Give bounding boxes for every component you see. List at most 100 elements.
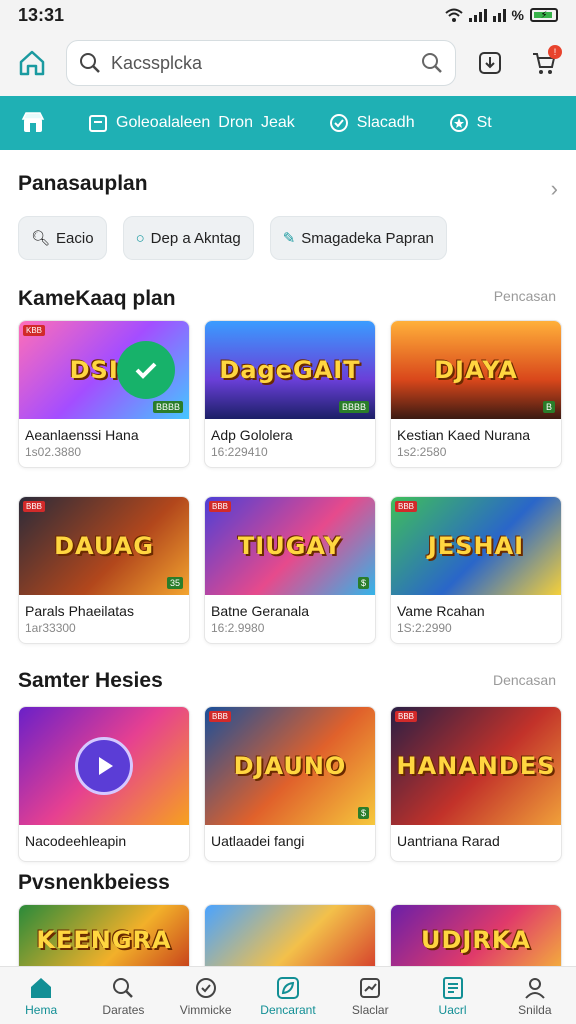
calendar-icon bbox=[89, 115, 107, 132]
cart-button[interactable]: ! bbox=[524, 43, 564, 83]
chevron-right-icon[interactable]: › bbox=[551, 176, 558, 202]
top-header: Kacssplcka ! bbox=[0, 30, 576, 96]
card-subtitle: 16:229410 bbox=[211, 445, 268, 459]
list-icon bbox=[440, 975, 466, 1001]
thumb-corner: BBBB bbox=[152, 401, 183, 413]
status-percent: % bbox=[511, 7, 524, 23]
game-art-text: KEENGRA bbox=[36, 926, 172, 954]
game-art-text: UDJRKA bbox=[421, 926, 531, 954]
check-circle-icon bbox=[329, 114, 348, 132]
game-card[interactable]: BBB TIUGAY $ Batne Geranala 16:2.9980 bbox=[204, 496, 376, 644]
game-card[interactable]: DageGAIT BBBB Adp Gololera 16:229410 bbox=[204, 320, 376, 468]
chip-label-1: Dep a Akntag bbox=[150, 229, 241, 247]
nav-label-2: Jeak bbox=[260, 114, 295, 131]
wifi-icon bbox=[444, 8, 463, 22]
chip-2[interactable]: ✎ Smagadeka Papran bbox=[269, 216, 447, 260]
home-icon bbox=[19, 50, 45, 76]
card-subtitle: 1S:2:2990 bbox=[397, 621, 452, 635]
bottom-nav-leaf[interactable]: Dencarant bbox=[247, 967, 329, 1024]
brush-icon: ✎ bbox=[282, 230, 296, 247]
nav-label-4: St bbox=[476, 114, 492, 131]
game-thumbnail bbox=[205, 905, 375, 973]
search-icon bbox=[80, 53, 100, 73]
chip-0[interactable]: 🔍︎ Eacio bbox=[18, 216, 107, 260]
section-title-1: Panasauplan bbox=[18, 172, 148, 195]
game-thumbnail: BBB TIUGAY $ bbox=[205, 497, 375, 595]
chip-label-0: Eacio bbox=[56, 229, 94, 247]
game-thumbnail: KEENGRA bbox=[19, 905, 189, 973]
search-icon: 🔍︎ bbox=[31, 230, 51, 247]
battery-icon: ⚡ bbox=[530, 8, 558, 22]
game-card[interactable] bbox=[204, 904, 376, 974]
nav-item-slacadh[interactable]: Slacadh bbox=[329, 113, 415, 133]
game-thumbnail: KBB DSIK BBBB bbox=[19, 321, 189, 419]
signal-icon bbox=[468, 8, 487, 22]
thumb-tag: KBB bbox=[23, 325, 46, 336]
game-card[interactable]: BBB HANANDES Uantriana Rarad bbox=[390, 706, 562, 862]
card-title: Adp Gololera bbox=[211, 427, 293, 443]
game-card[interactable]: BBB DJAUNO $ Uatlaadei fangi bbox=[204, 706, 376, 862]
nav-item-st[interactable]: St bbox=[449, 113, 492, 133]
bottom-nav-label: Uacrl bbox=[438, 1002, 467, 1017]
section-more-3[interactable]: Dencasan bbox=[493, 672, 556, 688]
nav-label-1: Dron bbox=[218, 114, 253, 131]
card-title: Aeanlaenssi Hana bbox=[25, 427, 139, 443]
game-thumbnail: DJAYA B bbox=[391, 321, 561, 419]
thumb-tag: BBB bbox=[209, 501, 232, 512]
user-icon bbox=[522, 975, 548, 1001]
bottom-nav-search[interactable]: Darates bbox=[82, 967, 164, 1024]
chip-label-2: Smagadeka Papran bbox=[301, 229, 434, 247]
game-thumbnail: UDJRKA bbox=[391, 905, 561, 973]
bottom-nav-home[interactable]: Hema bbox=[0, 967, 82, 1024]
status-time: 13:31 bbox=[18, 4, 65, 25]
bottom-nav: Hema Darates Vimmicke Dencarant Slaclar … bbox=[0, 966, 576, 1024]
ring-icon: ○ bbox=[135, 229, 145, 247]
game-card[interactable]: DJAYA B Kestian Kaed Nurana 1s2:2580 bbox=[390, 320, 562, 468]
app-screen: 13:31 % ⚡ Kacssplcka ! Goleoalaleen Dron… bbox=[0, 0, 576, 1024]
game-card[interactable]: UDJRKA bbox=[390, 904, 562, 974]
thumb-corner: 35 bbox=[166, 577, 183, 589]
game-art-text: DageGAIT bbox=[219, 356, 361, 384]
card-title: Vame Rcahan bbox=[397, 603, 485, 619]
card-subtitle: 1s2:2580 bbox=[397, 445, 447, 459]
store-icon bbox=[21, 112, 45, 132]
card-title: Uatlaadei fangi bbox=[211, 833, 305, 849]
bottom-nav-label: Darates bbox=[102, 1002, 145, 1017]
card-subtitle: 1ar33300 bbox=[25, 621, 76, 635]
chip-1[interactable]: ○ Dep a Akntag bbox=[122, 216, 254, 260]
search-submit-icon[interactable] bbox=[421, 52, 443, 74]
notification-badge: ! bbox=[548, 45, 562, 59]
card-title: Batne Geranala bbox=[211, 603, 310, 619]
search-input[interactable]: Kacssplcka bbox=[111, 53, 411, 74]
game-card[interactable]: KEENGRA bbox=[18, 904, 190, 974]
home-icon bbox=[28, 975, 54, 1001]
bottom-nav-profile[interactable]: Snilda bbox=[494, 967, 576, 1024]
status-icons: % ⚡ bbox=[444, 7, 558, 23]
game-thumbnail: BBB HANANDES bbox=[391, 707, 561, 825]
game-thumbnail: BBB DAUAG 35 bbox=[19, 497, 189, 595]
section-more-2[interactable]: Pencasan bbox=[494, 288, 556, 304]
nav-label-3: Slacadh bbox=[356, 114, 415, 131]
thumb-tag: BBB bbox=[209, 711, 232, 722]
game-card[interactable]: BBB JESHAI Vame Rcahan 1S:2:2990 bbox=[390, 496, 562, 644]
game-thumbnail: BBB JESHAI bbox=[391, 497, 561, 595]
search-bar[interactable]: Kacssplcka bbox=[66, 40, 456, 86]
nav-item-store[interactable] bbox=[20, 110, 46, 136]
card-title: Kestian Kaed Nurana bbox=[397, 427, 531, 443]
home-button[interactable] bbox=[12, 43, 52, 83]
game-card[interactable]: BBB DAUAG 35 Parals Phaeilatas 1ar33300 bbox=[18, 496, 190, 644]
section-title-2: KameKaaq plan bbox=[18, 287, 176, 310]
bottom-nav-list[interactable]: Uacrl bbox=[411, 967, 493, 1024]
game-art-text: HANANDES bbox=[396, 752, 556, 780]
game-card[interactable]: KBB DSIK BBBB Aeanlaenssi Hana 1s02.3880 bbox=[18, 320, 190, 468]
chip-row: 🔍︎ Eacio ○ Dep a Akntag ✎ Smagadeka Papr… bbox=[18, 216, 447, 260]
download-button[interactable] bbox=[470, 43, 510, 83]
card-title: Nacodeehleapin bbox=[25, 833, 127, 849]
nav-item-main[interactable]: Goleoalaleen Dron Jeak bbox=[88, 113, 295, 133]
bottom-nav-check[interactable]: Vimmicke bbox=[165, 967, 247, 1024]
status-bar: 13:31 % ⚡ bbox=[0, 0, 576, 30]
bottom-nav-chart[interactable]: Slaclar bbox=[329, 967, 411, 1024]
card-title: Uantriana Rarad bbox=[397, 833, 500, 849]
game-art-text: DJAYA bbox=[434, 356, 518, 384]
game-card[interactable]: Nacodeehleapin bbox=[18, 706, 190, 862]
